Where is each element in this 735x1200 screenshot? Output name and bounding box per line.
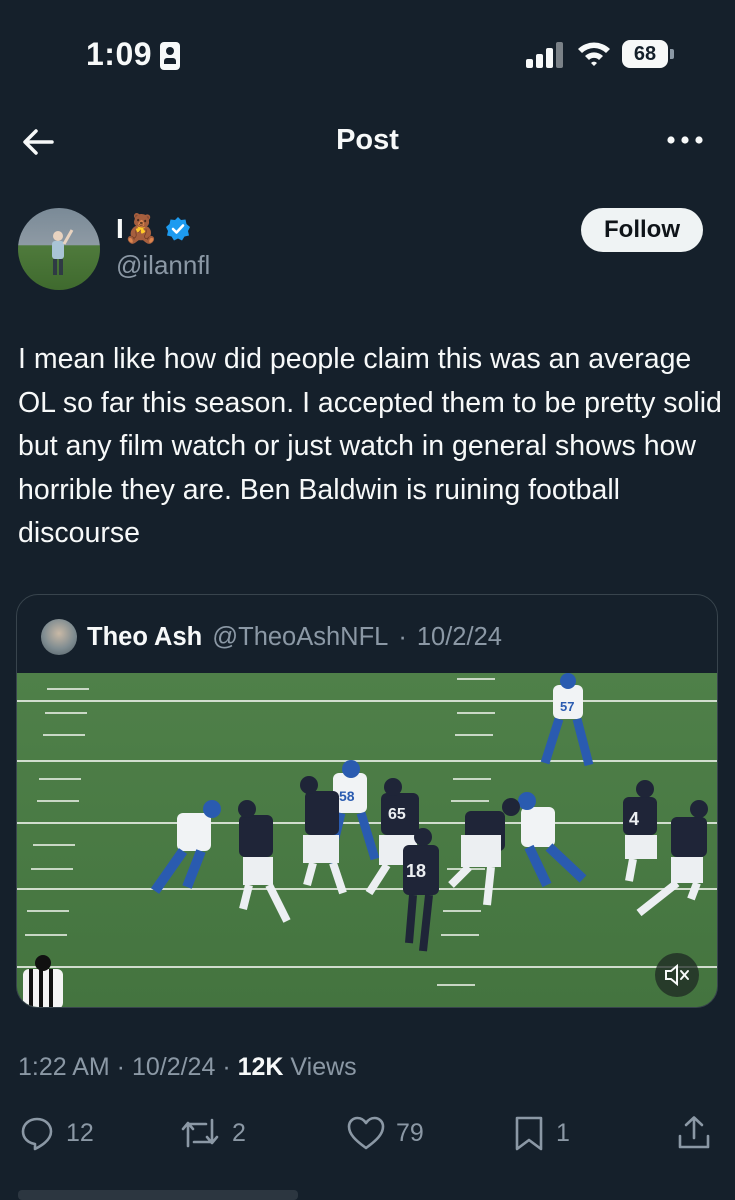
svg-text:18: 18 [406,861,426,881]
speaker-muted-icon [665,963,689,987]
bookmark-button[interactable]: 1 [512,1113,570,1153]
quote-header: Theo Ash @TheoAshNFL · 10/2/24 [41,619,502,655]
reply-count: 12 [66,1118,94,1147]
follow-button[interactable]: Follow [581,208,703,252]
status-time: 1:09 [86,36,153,72]
repost-button[interactable]: 2 [178,1113,246,1153]
verified-badge-icon [165,216,190,240]
author-avatar[interactable] [18,208,100,290]
post-time: 1:22 AM [18,1053,110,1081]
quote-separator: · [398,622,407,651]
more-horizontal-icon [667,136,703,144]
views-count: 12K [237,1053,284,1081]
more-button[interactable] [665,132,705,148]
like-count: 79 [396,1118,424,1147]
author-handle[interactable]: @ilannfl [116,250,210,281]
quote-date: 10/2/24 [416,622,502,651]
next-content-peek [18,1190,298,1200]
repost-icon [181,1118,219,1148]
action-bar: 12 2 79 1 [0,1113,735,1157]
top-bar: Post [0,110,735,174]
avatar-image [52,229,74,275]
quote-author-name: Theo Ash [87,622,203,651]
svg-text:4: 4 [629,809,639,829]
share-icon [678,1116,710,1149]
meta-separator-1: · [109,1053,132,1081]
quoted-post[interactable]: Theo Ash @TheoAshNFL · 10/2/24 57 58 65 … [16,594,718,1008]
page-title: Post [336,124,399,156]
repost-count: 2 [232,1118,246,1147]
svg-text:58: 58 [339,788,355,804]
svg-text:65: 65 [388,806,406,823]
battery-tip [670,49,674,59]
bookmark-count: 1 [556,1118,570,1147]
status-bar: 1:09 68 [0,0,735,110]
author-name[interactable]: I🧸 [116,212,159,245]
id-card-icon [160,42,180,70]
post-meta: 1:22 AM · 10/2/24 · 12K Views [18,1053,357,1082]
video-frame: 57 58 65 18 4 [17,673,717,1007]
quote-author-handle: @TheoAshNFL [212,622,389,651]
battery-indicator: 68 [622,40,668,68]
author-name-row[interactable]: I🧸 [116,212,191,245]
bookmark-icon [515,1116,543,1151]
post-text: I mean like how did people claim this wa… [18,343,722,549]
heart-icon [347,1116,385,1150]
share-button[interactable] [676,1113,712,1153]
post-date: 10/2/24 [131,1053,216,1081]
meta-separator-2: · [215,1053,238,1081]
reply-icon [21,1117,53,1151]
cellular-signal-icon [526,42,564,68]
views-label: Views [283,1053,357,1081]
quote-avatar [41,619,77,655]
mute-button[interactable] [655,953,699,997]
video-player[interactable]: 57 58 65 18 4 [17,673,717,1007]
svg-text:57: 57 [560,699,574,714]
reply-button[interactable]: 12 [18,1113,94,1153]
like-button[interactable]: 79 [346,1113,424,1153]
wifi-icon [578,42,610,66]
